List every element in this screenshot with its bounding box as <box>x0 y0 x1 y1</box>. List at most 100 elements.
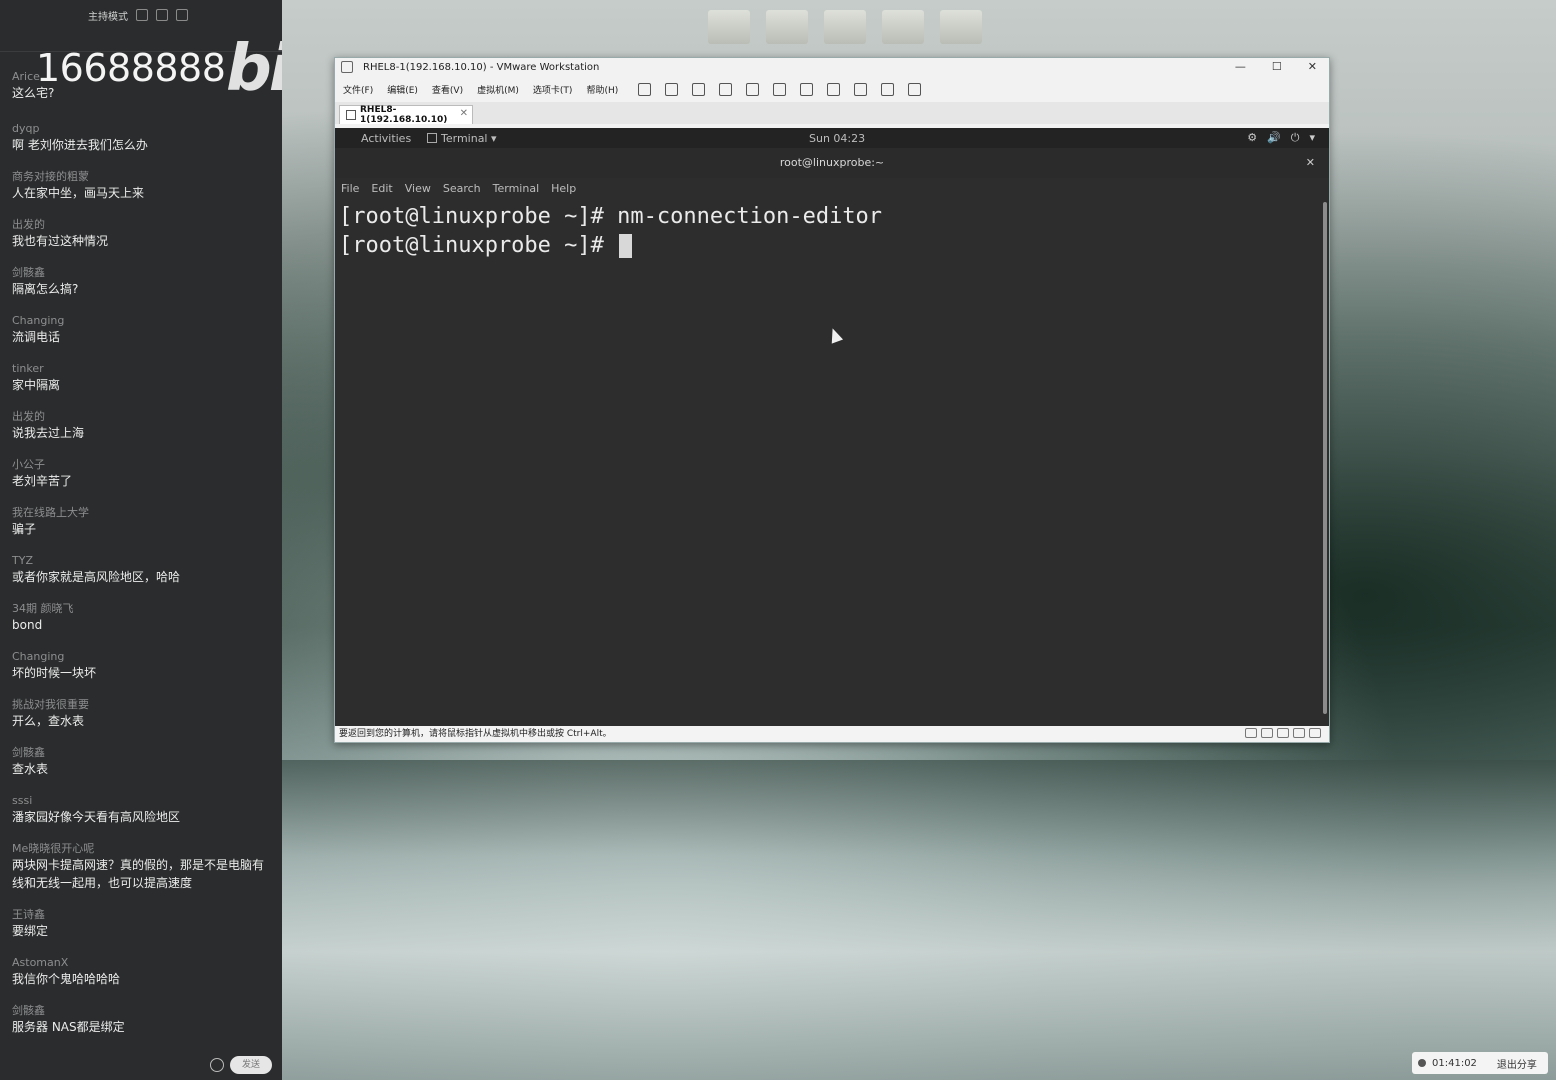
chat-username[interactable]: Changing <box>12 650 274 664</box>
chat-username[interactable]: dyqp <box>12 122 274 136</box>
chat-username[interactable]: 挑战对我很重要 <box>12 698 274 712</box>
desktop-folder-icon[interactable] <box>708 10 750 44</box>
menu-vm[interactable]: 虚拟机(M) <box>477 83 519 96</box>
desktop-folder-icon[interactable] <box>882 10 924 44</box>
chat-message: Changing 流调电话 <box>12 314 274 346</box>
chat-username[interactable]: AstomanX <box>12 956 274 970</box>
chat-username[interactable]: 剑骸鑫 <box>12 1004 274 1018</box>
menu-tabs[interactable]: 选项卡(T) <box>533 83 573 96</box>
system-tray[interactable]: ⚙ 🔊 ⏻ ▾ <box>1247 131 1315 145</box>
popout-icon[interactable] <box>156 9 168 21</box>
minimize-icon[interactable] <box>176 9 188 21</box>
chat-username[interactable]: 出发的 <box>12 410 274 424</box>
chat-text: 骗子 <box>12 522 37 536</box>
chat-username[interactable]: 剑骸鑫 <box>12 266 274 280</box>
fullscreen-icon[interactable] <box>827 82 841 96</box>
chat-username[interactable]: tinker <box>12 362 274 376</box>
chat-username[interactable]: 商务对接的粗蒙 <box>12 170 274 184</box>
chat-username[interactable]: TYZ <box>12 554 274 568</box>
clock[interactable]: Sun 04:23 <box>809 132 865 145</box>
chat-username[interactable]: 我在线路上大学 <box>12 506 274 520</box>
app-menu[interactable]: Terminal ▾ <box>427 132 497 145</box>
chat-text: 我信你个鬼哈哈哈哈 <box>12 972 121 986</box>
terminal-prompt: [root@linuxprobe ~]# <box>339 233 618 258</box>
vm-tab-bar: RHEL8-1(192.168.10.10) ✕ <box>335 102 1329 125</box>
vm-tab[interactable]: RHEL8-1(192.168.10.10) ✕ <box>339 105 473 125</box>
chat-username[interactable]: 剑骸鑫 <box>12 746 274 760</box>
menu-edit[interactable]: 编辑(E) <box>387 83 418 96</box>
activities-button[interactable]: Activities <box>361 132 411 145</box>
power-icon: ⏻ <box>1290 131 1300 144</box>
chat-text: 这么宅? <box>12 86 55 100</box>
terminal-scrollbar[interactable] <box>1321 200 1329 722</box>
menu-help[interactable]: 帮助(H) <box>586 83 618 96</box>
revert-snapshot-icon[interactable] <box>719 82 733 96</box>
usb-icon[interactable] <box>1293 728 1305 738</box>
close-tab-icon[interactable]: ✕ <box>460 108 468 119</box>
chat-username[interactable]: 小公子 <box>12 458 274 472</box>
terminal-menu-view[interactable]: View <box>405 182 431 195</box>
chat-text: 隔离怎么搞? <box>12 282 79 296</box>
chat-text: 查水表 <box>12 762 49 776</box>
exit-share-button[interactable]: 退出分享 <box>1497 1056 1537 1071</box>
unity-icon[interactable] <box>854 82 868 96</box>
text-cursor <box>619 234 633 258</box>
chat-message: 34期 颜晓飞 bond <box>12 602 274 634</box>
chat-username[interactable]: 王诗鑫 <box>12 908 274 922</box>
terminal-icon <box>427 133 437 143</box>
chat-text: 或者你家就是高风险地区，哈哈 <box>12 570 181 584</box>
settings-icon[interactable] <box>136 9 148 21</box>
pause-icon[interactable] <box>638 82 652 96</box>
terminal-output[interactable]: [root@linuxprobe ~]# nm-connection-edito… <box>335 200 1321 722</box>
emoji-icon[interactable] <box>210 1058 224 1072</box>
desktop-folder-icon[interactable] <box>940 10 982 44</box>
stretch-view-icon[interactable] <box>908 82 922 96</box>
chat-message: Changing 坏的时候一块坏 <box>12 650 274 682</box>
snapshot-manager-icon[interactable] <box>746 82 760 96</box>
window-title: RHEL8-1(192.168.10.10) - VMware Workstat… <box>363 61 600 73</box>
menu-file[interactable]: 文件(F) <box>343 83 373 96</box>
send-button[interactable]: 发送 <box>230 1056 272 1074</box>
menu-view[interactable]: 查看(V) <box>432 83 463 96</box>
scrollbar-thumb[interactable] <box>1323 202 1327 714</box>
thumbnail-view-icon[interactable] <box>800 82 814 96</box>
close-button[interactable]: ✕ <box>1308 60 1317 73</box>
vmware-title-bar: RHEL8-1(192.168.10.10) - VMware Workstat… <box>335 58 1329 76</box>
desktop-folder-icon[interactable] <box>766 10 808 44</box>
display-icon[interactable] <box>1309 728 1321 738</box>
hdd-icon[interactable] <box>1245 728 1257 738</box>
vmware-app-icon <box>341 61 353 73</box>
terminal-menu-help[interactable]: Help <box>551 182 576 195</box>
host-mode-label: 主持模式 <box>88 11 128 23</box>
chat-username[interactable]: 出发的 <box>12 218 274 232</box>
cdrom-icon[interactable] <box>1261 728 1273 738</box>
library-view-icon[interactable] <box>773 82 787 96</box>
terminal-menu-file[interactable]: File <box>341 182 359 195</box>
chat-username[interactable]: Me晓晓很开心呢 <box>12 842 274 856</box>
desktop-folder-icon[interactable] <box>824 10 866 44</box>
guest-screen[interactable]: Activities Terminal ▾ Sun 04:23 ⚙ 🔊 ⏻ ▾ … <box>335 128 1329 726</box>
chat-username[interactable]: 34期 颜晓飞 <box>12 602 274 616</box>
terminal-close-icon[interactable]: ✕ <box>1306 148 1315 178</box>
snapshot-icon[interactable] <box>692 82 706 96</box>
chat-message: TYZ 或者你家就是高风险地区，哈哈 <box>12 554 274 586</box>
network-adapter-icon[interactable] <box>1277 728 1289 738</box>
console-view-icon[interactable] <box>881 82 895 96</box>
send-ctrl-alt-del-icon[interactable] <box>665 82 679 96</box>
minimize-button[interactable]: — <box>1235 60 1246 73</box>
terminal-menu-terminal[interactable]: Terminal <box>493 182 540 195</box>
chat-username[interactable]: sssi <box>12 794 274 808</box>
terminal-menu-edit[interactable]: Edit <box>371 182 392 195</box>
chat-username[interactable]: Arice <box>12 70 274 84</box>
chat-username[interactable]: Changing <box>12 314 274 328</box>
recording-icon <box>1418 1059 1426 1067</box>
chat-text: 流调电话 <box>12 330 61 344</box>
chat-message: AstomanX 我信你个鬼哈哈哈哈 <box>12 956 274 988</box>
maximize-button[interactable]: ☐ <box>1272 60 1282 73</box>
chat-text: 服务器 NAS都是绑定 <box>12 1020 125 1034</box>
volume-icon: 🔊 <box>1267 131 1281 144</box>
chat-text: 两块网卡提高网速？真的假的，那是不是电脑有线和无线一起用，也可以提高速度 <box>12 858 265 890</box>
chat-text: 啊 老刘你进去我们怎么办 <box>12 138 148 152</box>
terminal-menu-search[interactable]: Search <box>443 182 481 195</box>
chat-text: 人在家中坐，画马天上来 <box>12 186 145 200</box>
